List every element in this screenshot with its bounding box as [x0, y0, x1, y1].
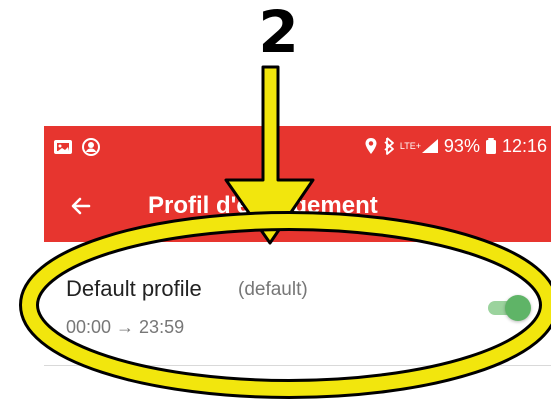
battery-percent: 93% — [443, 136, 480, 156]
toggle-thumb — [505, 295, 531, 321]
status-bar: LTE+ 93% 12:16 — [44, 126, 551, 170]
row-divider — [44, 365, 551, 366]
gallery-icon — [53, 138, 73, 156]
profile-enabled-toggle[interactable] — [488, 295, 531, 321]
status-time: 12:16 — [501, 136, 547, 156]
battery-icon — [485, 137, 497, 155]
status-left-group — [53, 137, 101, 157]
page-title: Profil d'engagement — [148, 192, 378, 219]
back-arrow-icon — [71, 197, 91, 215]
bluetooth-icon — [383, 137, 395, 155]
profile-schedule: 00:00 → 23:59 — [66, 317, 185, 337]
app-bar: Profil d'engagement — [44, 170, 551, 242]
back-button[interactable] — [67, 192, 95, 220]
status-right-group: LTE+ 93% 12:16 — [364, 135, 547, 157]
default-profile-row[interactable]: Default profile (default) 00:00 → 23:59 — [44, 242, 551, 365]
signal-icon — [421, 138, 439, 154]
screenshot-stage: 2 LTE+ 93% 12:16 Profil d'engagement Def… — [0, 0, 551, 399]
profile-default-label: (default) — [238, 279, 308, 300]
profile-icon — [81, 137, 101, 157]
location-icon — [364, 137, 378, 155]
step-number: 2 — [258, 0, 298, 66]
network-type-text: LTE+ — [399, 140, 422, 151]
profile-name: Default profile — [66, 276, 202, 301]
